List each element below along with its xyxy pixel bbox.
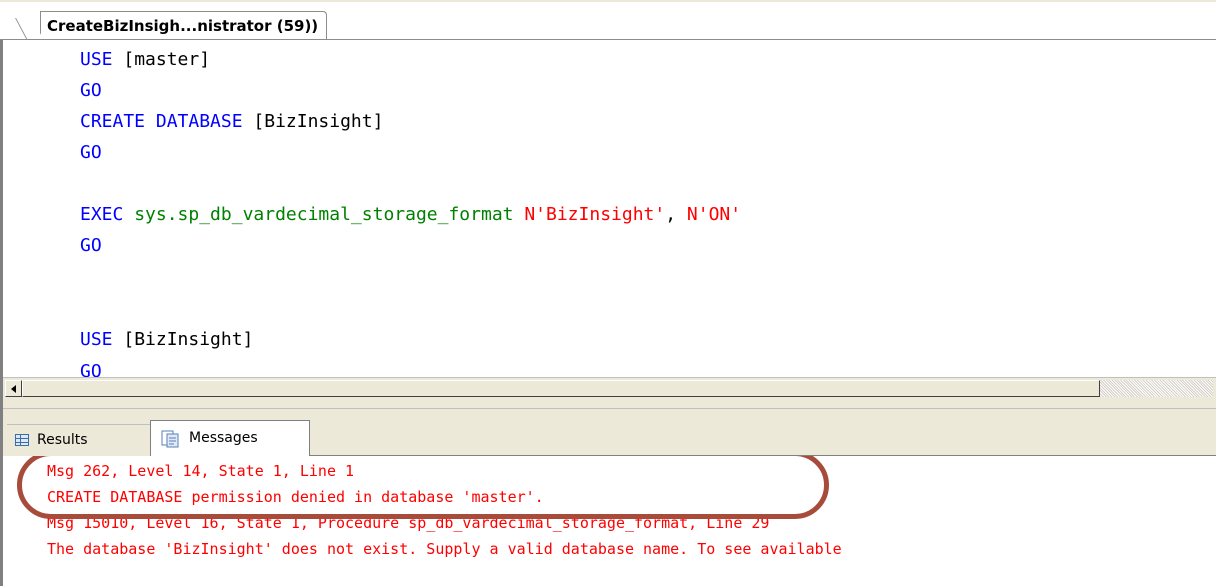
keyword: GO xyxy=(80,361,102,377)
tab-results-label: Results xyxy=(37,432,88,448)
pane-splitter[interactable] xyxy=(3,399,1216,409)
scroll-left-button[interactable] xyxy=(5,380,22,397)
messages-pane[interactable]: Msg 262, Level 14, State 1, Line 1 CREAT… xyxy=(3,456,1216,586)
query-editor[interactable]: USE [master] GO CREATE DATABASE [BizInsi… xyxy=(3,40,1216,377)
string-literal: N'BizInsight' xyxy=(513,204,666,225)
scroll-track[interactable] xyxy=(1100,380,1213,397)
code-line-4: GO xyxy=(80,141,102,165)
editor-horizontal-scrollbar[interactable] xyxy=(3,377,1216,399)
code-line-3: CREATE DATABASE [BizInsight] xyxy=(80,110,383,134)
code-line-8: GO xyxy=(80,360,102,377)
system-procedure: sys.sp_db_vardecimal_storage_format xyxy=(123,204,514,225)
results-tab-strip: Results Messages xyxy=(3,409,1216,456)
code-line-7: USE [BizInsight] xyxy=(80,328,253,352)
keyword: USE xyxy=(80,329,113,350)
keyword: GO xyxy=(80,235,102,256)
code-line-2: GO xyxy=(80,79,102,103)
identifier: [master] xyxy=(112,49,211,70)
document-tab-strip: CreateBizInsigh...nistrator (59)) xyxy=(0,0,1216,40)
grid-icon xyxy=(15,434,29,446)
code-line-6: GO xyxy=(80,234,102,258)
comma: , xyxy=(665,204,677,225)
identifier: [BizInsight] xyxy=(112,329,254,350)
keyword: EXEC xyxy=(80,204,124,225)
keyword: GO xyxy=(80,142,102,163)
keyword: USE xyxy=(80,49,113,70)
editor-margin xyxy=(3,40,41,377)
string-literal: N'ON' xyxy=(676,204,742,225)
tab-messages-label: Messages xyxy=(189,430,258,446)
tab-strip-top-border xyxy=(0,0,1216,2)
messages-icon xyxy=(161,430,179,448)
arrow-left-icon xyxy=(11,385,16,393)
highlight-annotation-ellipse xyxy=(17,456,829,519)
identifier: [BizInsight] xyxy=(242,111,384,132)
code-line-1: USE [master] xyxy=(80,48,210,72)
tab-results[interactable]: Results xyxy=(7,424,151,456)
code-line-5: EXEC sys.sp_db_vardecimal_storage_format… xyxy=(80,203,741,227)
keyword: CREATE DATABASE xyxy=(80,111,243,132)
tab-messages[interactable]: Messages xyxy=(150,420,310,456)
scroll-thumb[interactable] xyxy=(22,380,1100,397)
query-document-tab[interactable]: CreateBizInsigh...nistrator (59)) xyxy=(40,11,328,40)
error-message-line: The database 'BizInsight' does not exist… xyxy=(47,540,842,558)
keyword: GO xyxy=(80,80,102,101)
